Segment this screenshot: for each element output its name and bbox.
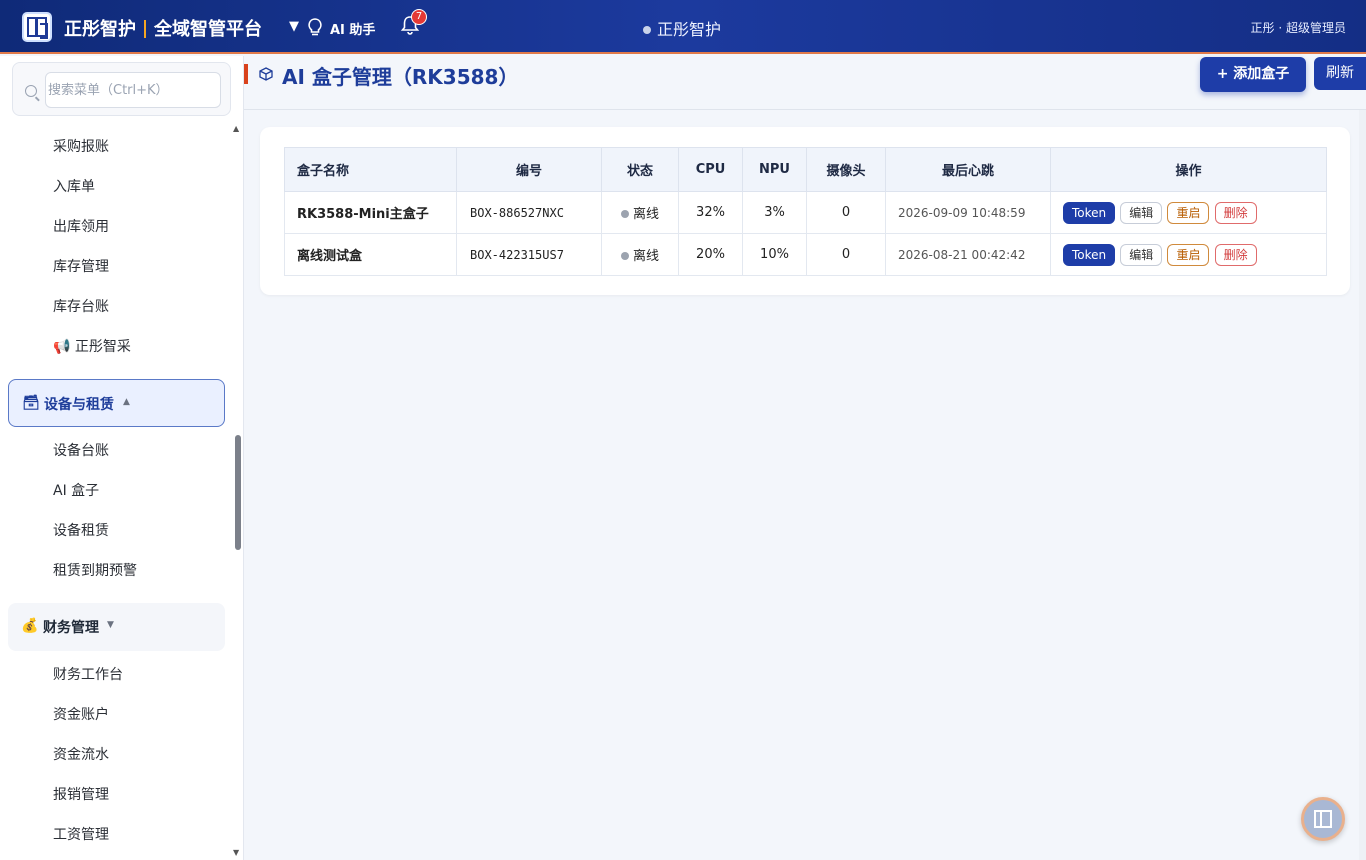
edit-button[interactable]: 编辑 [1120,243,1163,266]
user-info[interactable]: 正彤 · 超级管理员 [1251,19,1346,36]
box-status: 离线 [601,191,679,234]
box-table-card: 盒子名称 编号 状态 CPU NPU 摄像头 最后心跳 操作 RK3588-Mi… [260,127,1350,295]
box-code: BOX-422315US7 [456,233,602,276]
page-header: AI 盒子管理（RK3588） [244,56,1366,110]
box-heartbeat: 2026-09-09 10:48:59 [885,191,1051,234]
restart-button[interactable]: 重启 [1167,243,1210,266]
notification-badge: 7 [411,9,427,25]
brand-dropdown-icon[interactable]: ▼ [289,19,299,34]
edit-button[interactable]: 编辑 [1120,201,1163,224]
delete-button[interactable]: 删除 [1214,243,1257,266]
box-npu: 3% [742,191,807,234]
sidebar-item-fund-flow[interactable]: 资金流水 [53,745,109,765]
box-cameras: 0 [806,191,886,234]
status-dot-icon [643,26,651,34]
sidebar: ▲ 采购报账 入库单 出库领用 库存管理 库存台账 📢 正彤智采 🗃 设备与租赁… [0,56,244,860]
sidebar-item-purchase-reimburse[interactable]: 采购报账 [53,137,109,157]
cube-icon [259,67,273,81]
top-header: 正彤智护 全域智管平台 ▼ AI 助手 7 正彤智护 正彤 · 超级管理员 [0,0,1366,54]
offline-dot-icon [620,210,629,218]
center-title-text: 正彤智护 [657,20,722,39]
ai-assistant-button[interactable]: AI 助手 [330,19,375,38]
box-cameras: 0 [806,233,886,276]
box-status: 离线 [601,233,679,276]
refresh-button[interactable]: 刷新 [1314,57,1366,90]
column-header-npu[interactable]: NPU [742,147,807,192]
sidebar-item-rental-alert[interactable]: 租赁到期预警 [53,561,137,581]
token-button[interactable]: Token [1063,201,1116,224]
sidebar-item-payroll[interactable]: 工资管理 [53,825,109,845]
logo-icon[interactable] [22,12,52,42]
chevron-down-icon: ▼ [107,620,114,630]
box-name: 离线测试盒 [284,233,457,276]
scroll-up-icon[interactable]: ▲ [233,124,239,133]
sidebar-item-outbound[interactable]: 出库领用 [53,217,109,237]
column-header-code[interactable]: 编号 [456,147,602,192]
sidebar-item-equipment-rental[interactable]: 设备租赁 [53,521,109,541]
box-cpu: 32% [678,191,743,234]
box-code: BOX-886527NXC [456,191,602,234]
main-scrollbar[interactable] [1359,110,1366,860]
box-cpu: 20% [678,233,743,276]
box-npu: 10% [742,233,807,276]
logo-icon [1314,810,1332,828]
table-row: 离线测试盒 BOX-422315US7 离线 20% 10% 0 2026-08… [284,233,1327,276]
box-name: RK3588-Mini主盒子 [284,191,457,234]
sidebar-item-fund-accounts[interactable]: 资金账户 [53,705,109,725]
cabinet-icon: 🗃 [22,395,40,411]
sidebar-item-reimbursement[interactable]: 报销管理 [53,785,109,805]
column-header-cameras[interactable]: 摄像头 [806,147,886,192]
brand-name: 正彤智护 [64,19,136,40]
restart-button[interactable]: 重启 [1167,201,1210,224]
row-actions: Token 编辑 重启 删除 [1050,191,1327,234]
scroll-down-icon[interactable]: ▼ [233,848,239,857]
lightbulb-icon[interactable] [306,17,324,37]
box-heartbeat: 2026-08-21 00:42:42 [885,233,1051,276]
sidebar-item-inventory-ledger[interactable]: 库存台账 [53,297,109,317]
table-header-row: 盒子名称 编号 状态 CPU NPU 摄像头 最后心跳 操作 [284,147,1327,192]
status-text: 离线 [632,249,659,264]
column-header-heartbeat[interactable]: 最后心跳 [885,147,1051,192]
offline-dot-icon [620,252,629,260]
table-row: RK3588-Mini主盒子 BOX-886527NXC 离线 32% 3% 0… [284,191,1327,234]
add-box-button[interactable]: + 添加盒子 [1200,57,1306,92]
sidebar-search [12,62,231,116]
platform-name: 全域智管平台 [154,19,262,40]
brand-title: 正彤智护 全域智管平台 [64,15,262,41]
column-header-status[interactable]: 状态 [601,147,679,192]
sidebar-scrollbar[interactable] [235,435,241,550]
sidebar-group-equipment[interactable]: 🗃 设备与租赁 ▲ [8,379,225,427]
sidebar-item-equipment-ledger[interactable]: 设备台账 [53,441,109,461]
sidebar-item-ai-box[interactable]: AI 盒子 [53,481,99,501]
row-actions: Token 编辑 重启 删除 [1050,233,1327,276]
sidebar-item-finance-workbench[interactable]: 财务工作台 [53,665,123,685]
delete-button[interactable]: 删除 [1214,201,1257,224]
center-title: 正彤智护 [643,16,721,40]
column-header-cpu[interactable]: CPU [678,147,743,192]
group-label: 设备与租赁 [44,397,114,413]
column-header-name[interactable]: 盒子名称 [284,147,457,192]
floating-assistant-button[interactable] [1301,797,1345,841]
sidebar-item-inbound[interactable]: 入库单 [53,177,95,197]
page-title: AI 盒子管理（RK3588） [282,65,519,89]
chevron-up-icon: ▲ [123,397,130,407]
group-label: 财务管理 [43,620,99,636]
money-bag-icon: 💰 [21,618,39,634]
box-table: 盒子名称 编号 状态 CPU NPU 摄像头 最后心跳 操作 RK3588-Mi… [284,147,1327,276]
sidebar-group-finance[interactable]: 💰 财务管理 ▼ [8,603,225,651]
token-button[interactable]: Token [1063,243,1116,266]
sidebar-item-procurement[interactable]: 📢 正彤智采 [53,337,131,357]
column-header-actions: 操作 [1050,147,1327,192]
search-icon [25,85,37,97]
sidebar-item-inventory[interactable]: 库存管理 [53,257,109,277]
title-accent [244,64,248,84]
status-text: 离线 [632,207,659,222]
search-input[interactable] [45,72,221,108]
brand-divider [144,20,146,38]
